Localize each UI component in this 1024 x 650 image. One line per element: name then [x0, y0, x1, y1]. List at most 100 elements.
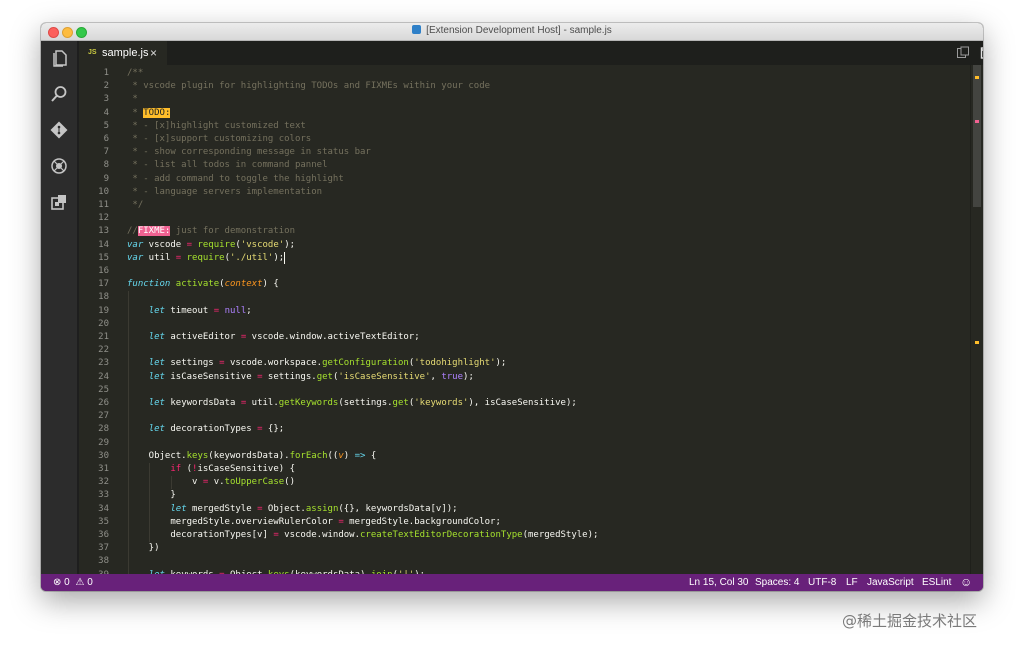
code-line[interactable]: 11 */ [79, 199, 959, 212]
tab-sample-js[interactable]: JS sample.js × [79, 41, 167, 65]
code-token: (mergedStyle); [522, 530, 599, 540]
code-token: forEach [289, 450, 328, 461]
code-token: getKeywords [278, 398, 339, 408]
code-line[interactable]: 3 * [79, 93, 959, 106]
code-token: * [127, 94, 138, 105]
code-token: let [148, 398, 165, 408]
code-token: 'todohighlight' [414, 358, 496, 369]
code-line[interactable]: 24 let isCaseSensitive = settings.get('i… [79, 371, 959, 384]
code-line[interactable]: 35 mergedStyle.overviewRulerColor = merg… [79, 516, 959, 529]
code-token: keywordsData [164, 398, 241, 408]
line-number: 14 [98, 239, 109, 250]
code-editor[interactable]: 1 /** 2 * vscode plugin for highlighting T… [79, 65, 983, 574]
end-of-line[interactable]: LF [846, 574, 858, 591]
code-line[interactable]: 19 let timeout = null; [79, 305, 959, 318]
line-number: 20 [98, 318, 109, 329]
code-line[interactable]: 12 [79, 212, 959, 225]
code-line[interactable]: 14 var vscode = require('vscode'); [79, 239, 959, 252]
code-line[interactable]: 28 let decorationTypes = {}; [79, 423, 959, 436]
extensions-icon[interactable] [50, 193, 68, 211]
code-token: ), isCaseSensitive); [468, 398, 577, 408]
split-editor-icon[interactable] [980, 46, 983, 60]
status-bar: ⊗ 0 ⚠ 0 Ln 15, Col 30 Spaces: 4 UTF-8 LF… [41, 574, 983, 591]
debug-icon[interactable] [50, 157, 68, 175]
code-token: vscode.window. [278, 530, 361, 540]
code-line[interactable]: 16 [79, 265, 959, 278]
code-token: (( [327, 450, 339, 461]
line-number: 24 [98, 371, 109, 382]
code-line[interactable]: 31 if (!isCaseSensitive) { [79, 463, 959, 476]
code-line[interactable]: 10 * - language servers implementation [79, 186, 959, 199]
code-line[interactable]: 38 [79, 555, 959, 568]
code-line[interactable]: 33 } [79, 489, 959, 502]
code-line[interactable]: 1 /** [79, 67, 959, 80]
code-token: let [170, 503, 187, 514]
code-line[interactable]: 22 [79, 344, 959, 357]
code-token: activeEditor [164, 332, 241, 342]
code-line[interactable]: 13 //FIXME: just for demonstration [79, 225, 959, 238]
code-token: (keywordsData). [208, 450, 290, 461]
language-mode[interactable]: JavaScript [867, 574, 914, 591]
line-code: let decorationTypes = {}; [127, 423, 285, 436]
code-line[interactable]: 6 * - [x]support customizing colors [79, 133, 959, 146]
code-line[interactable]: 15 var util = require('./util'); [79, 252, 959, 265]
search-icon[interactable] [50, 85, 68, 103]
line-code: * - list all todos in command pannel [127, 159, 327, 172]
editor-scrollbar[interactable] [970, 65, 983, 574]
code-line[interactable]: 29 [79, 437, 959, 450]
watermark: @稀土掘金技术社区 [842, 612, 978, 630]
code-token: ); [495, 358, 507, 369]
indent-guide [127, 291, 129, 574]
code-line[interactable]: 26 let keywordsData = util.getKeywords(s… [79, 397, 959, 410]
code-token: activate [175, 279, 220, 290]
explorer-icon[interactable] [50, 49, 68, 67]
code-token: { [365, 450, 377, 461]
code-line[interactable]: 32 v = v.toUpperCase() [79, 476, 959, 489]
scroll-thumb[interactable] [973, 65, 981, 207]
line-number: 35 [98, 516, 109, 527]
code-line[interactable]: 2 * vscode plugin for highlighting TODOs… [79, 80, 959, 93]
code-line[interactable]: 34 let mergedStyle = Object.assign({}, k… [79, 503, 959, 516]
open-changes-icon[interactable] [956, 46, 970, 60]
code-line[interactable]: 5 * - [x]highlight customized text [79, 120, 959, 133]
indentation[interactable]: Spaces: 4 [755, 574, 799, 591]
line-code: * [127, 93, 138, 106]
encoding[interactable]: UTF-8 [808, 574, 836, 591]
code-line[interactable]: 20 [79, 318, 959, 331]
code-line[interactable]: 4 * TODO: [79, 107, 959, 120]
close-icon[interactable]: × [150, 41, 157, 65]
code-token: require [197, 239, 236, 250]
linter-status[interactable]: ESLint [922, 574, 951, 591]
line-number: 2 [103, 81, 109, 92]
line-number: 7 [103, 147, 109, 158]
problems-indicator[interactable]: ⊗ 0 ⚠ 0 [53, 574, 93, 591]
code-line[interactable]: 27 [79, 410, 959, 423]
code-token: * - add command to toggle the highlight [127, 173, 344, 184]
code-line[interactable]: 23 let settings = vscode.workspace.getCo… [79, 357, 959, 370]
code-line[interactable]: 36 decorationTypes[v] = vscode.window.cr… [79, 529, 959, 542]
line-number: 10 [98, 186, 109, 197]
line-number: 12 [98, 213, 109, 224]
code-line[interactable]: 25 [79, 384, 959, 397]
line-number: 3 [103, 94, 109, 105]
line-code: //FIXME: just for demonstration [127, 225, 295, 238]
code-line[interactable]: 37 }) [79, 542, 959, 555]
line-code: let timeout = null; [127, 305, 252, 318]
code-line[interactable]: 21 let activeEditor = vscode.window.acti… [79, 331, 959, 344]
smiley-feedback-icon[interactable]: ☺ [960, 574, 972, 591]
cursor-position[interactable]: Ln 15, Col 30 [689, 574, 749, 591]
code-line[interactable]: 18 [79, 291, 959, 304]
code-line[interactable]: 8 * - list all todos in command pannel [79, 159, 959, 172]
code-token: './util' [229, 252, 274, 263]
code-line[interactable]: 9 * - add command to toggle the highligh… [79, 173, 959, 186]
code-token: ; [246, 305, 252, 316]
git-icon[interactable] [50, 121, 68, 139]
line-code: * vscode plugin for highlighting TODOs a… [127, 80, 490, 93]
line-number: 31 [98, 464, 109, 474]
code-line[interactable]: 7 * - show corresponding message in stat… [79, 146, 959, 159]
code-line[interactable]: 30 Object.keys(keywordsData).forEach((v)… [79, 450, 959, 463]
code-line[interactable]: 17 function activate(context) { [79, 278, 959, 291]
